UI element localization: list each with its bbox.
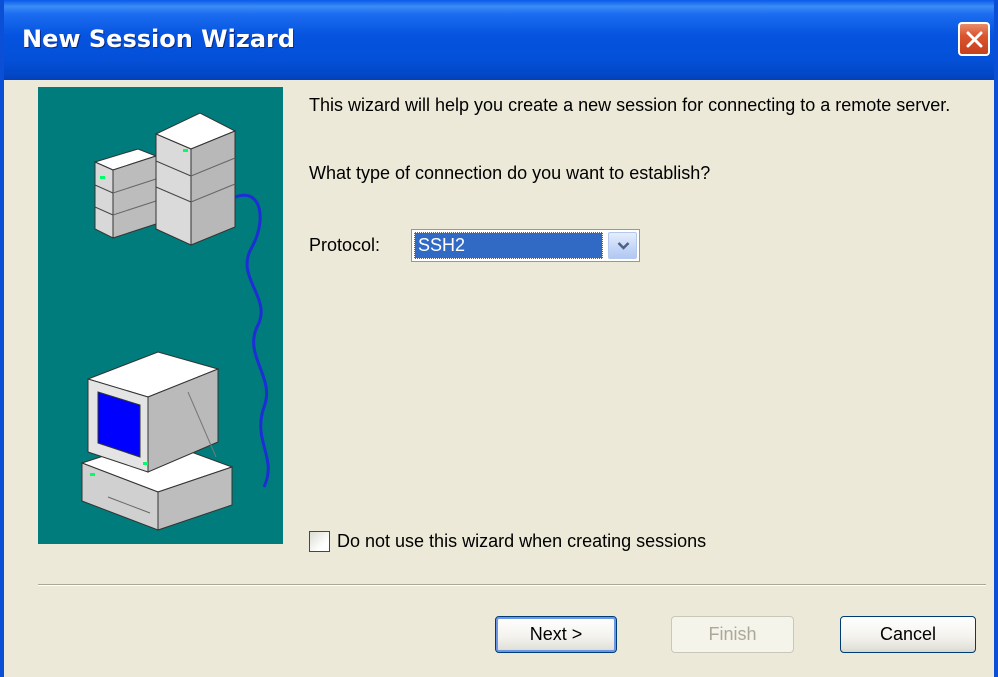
protocol-selected-value[interactable]: SSH2: [414, 232, 603, 259]
protocol-select[interactable]: SSH2: [411, 229, 640, 262]
finish-button[interactable]: Finish: [671, 616, 794, 653]
wizard-illustration: [38, 87, 283, 544]
tall-server-icon: [154, 112, 237, 246]
close-button[interactable]: [958, 22, 990, 56]
computer-icon: [80, 351, 234, 531]
protocol-label: Protocol:: [309, 235, 381, 255]
next-button[interactable]: Next >: [495, 616, 617, 653]
wizard-window: New Session Wizard This wizard will help…: [0, 0, 998, 677]
title-bar[interactable]: New Session Wizard: [4, 0, 994, 80]
wizard-intro-text: This wizard will help you create a new s…: [309, 95, 951, 115]
protocol-dropdown-button[interactable]: [608, 232, 637, 259]
close-icon: [966, 31, 983, 48]
window-title: New Session Wizard: [22, 25, 296, 53]
connection-question: What type of connection do you want to e…: [309, 163, 711, 183]
small-server-icon: [93, 148, 158, 239]
servers-and-computer-illustration: [80, 112, 270, 531]
disable-wizard-label[interactable]: Do not use this wizard when creating ses…: [337, 531, 706, 552]
chevron-down-icon: [617, 242, 630, 250]
cancel-button[interactable]: Cancel: [840, 616, 976, 653]
disable-wizard-checkbox[interactable]: [309, 531, 330, 552]
footer-separator: [38, 584, 986, 586]
